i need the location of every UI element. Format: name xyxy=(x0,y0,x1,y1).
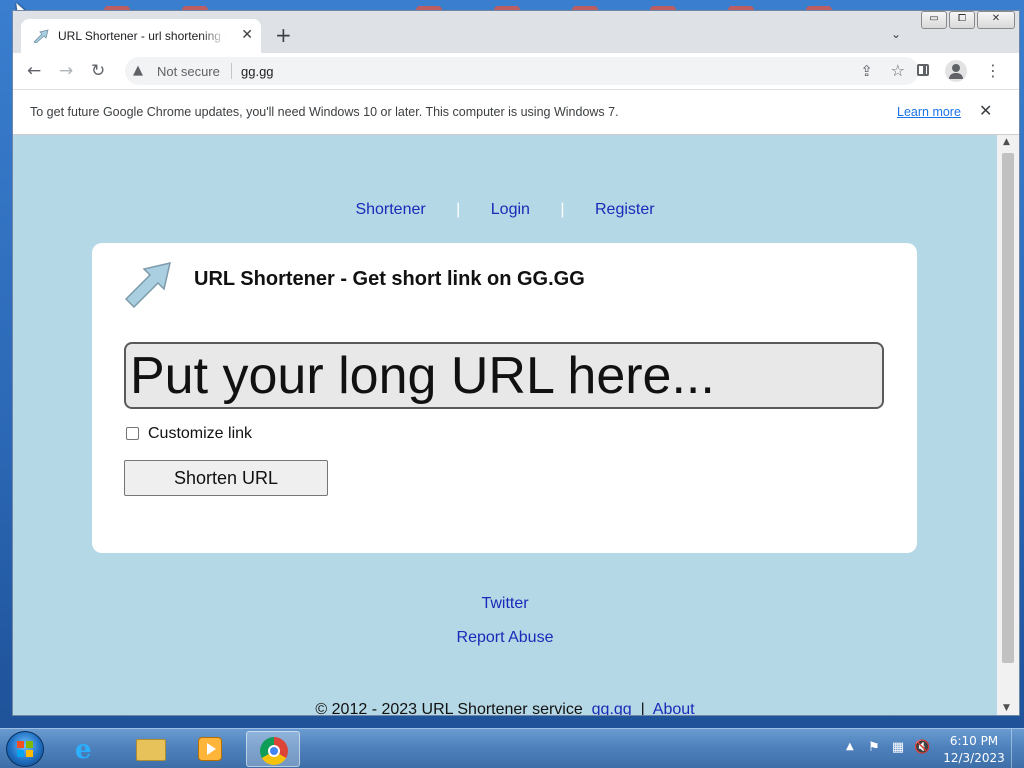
taskbar-google-chrome[interactable] xyxy=(246,731,300,767)
warning-icon[interactable]: ▲ xyxy=(133,63,143,78)
url-text[interactable]: gg.gg xyxy=(241,64,274,79)
nav-register[interactable]: Register xyxy=(595,201,655,219)
nav-separator: | xyxy=(456,201,461,218)
window-close-button[interactable]: ✕ xyxy=(977,11,1015,29)
reload-icon[interactable]: ↻ xyxy=(91,61,105,81)
learn-more-link[interactable]: Learn more xyxy=(897,105,961,119)
infobar-message: To get future Google Chrome updates, you… xyxy=(30,105,619,119)
chrome-window: URL Shortener - url shortening se ✕ + ⌄ … xyxy=(12,10,1020,716)
windows-logo-icon xyxy=(17,741,33,757)
shortener-card: URL Shortener - Get short link on GG.GG … xyxy=(92,243,917,553)
top-nav: Shortener | Login | Register xyxy=(13,201,997,219)
tray-expand-icon[interactable]: ▲ xyxy=(846,741,854,752)
page-footer: © 2012 - 2023 URL Shortener service gg.g… xyxy=(13,701,997,715)
infobar-close-icon[interactable]: ✕ xyxy=(979,101,992,120)
chrome-icon xyxy=(260,737,288,765)
arrow-logo-icon xyxy=(124,261,172,309)
card-title: URL Shortener - Get short link on GG.GG xyxy=(194,268,585,290)
network-icon[interactable]: ▦ xyxy=(890,740,906,756)
footer-copyright: © 2012 - 2023 URL Shortener service xyxy=(315,701,583,715)
clock-time[interactable]: 6:10 PM xyxy=(946,734,1002,748)
report-abuse-link[interactable]: Report Abuse xyxy=(457,629,554,646)
action-center-flag-icon[interactable]: ⚑ xyxy=(866,740,882,756)
forward-arrow-icon[interactable]: → xyxy=(59,61,73,81)
twitter-link-row: Twitter xyxy=(13,595,997,613)
tab-strip: URL Shortener - url shortening se ✕ + ⌄ … xyxy=(13,11,1019,53)
long-url-input[interactable] xyxy=(124,342,884,409)
internet-explorer-icon: e xyxy=(75,735,92,765)
tab-close-icon[interactable]: ✕ xyxy=(241,27,253,43)
start-button[interactable] xyxy=(6,731,44,767)
profile-icon[interactable] xyxy=(945,60,967,82)
security-chip[interactable]: Not secure xyxy=(157,64,220,79)
new-tab-button[interactable]: + xyxy=(275,25,292,45)
update-infobar: To get future Google Chrome updates, you… xyxy=(13,89,1019,135)
tab-url-shortener[interactable]: URL Shortener - url shortening se ✕ xyxy=(21,19,261,53)
footer-separator: | xyxy=(640,701,645,715)
customize-link-label[interactable]: Customize link xyxy=(148,425,252,443)
footer-about-link[interactable]: About xyxy=(653,701,695,715)
scroll-thumb[interactable] xyxy=(1002,153,1014,663)
browser-toolbar: ← → ↻ ▲ Not secure gg.gg ⇪ ☆ ⋮ xyxy=(13,53,1019,89)
scroll-up-icon[interactable]: ▲ xyxy=(1003,137,1010,147)
customize-link-checkbox[interactable] xyxy=(126,427,139,440)
back-arrow-icon[interactable]: ← xyxy=(27,61,41,81)
scroll-down-icon[interactable]: ▼ xyxy=(1003,703,1010,713)
show-desktop-button[interactable] xyxy=(1011,729,1024,768)
side-panel-icon[interactable] xyxy=(917,64,929,76)
window-controls: ▭ ⧠ ✕ xyxy=(921,11,1015,29)
tab-title: URL Shortener - url shortening se xyxy=(58,29,226,43)
report-abuse-row: Report Abuse xyxy=(13,629,997,647)
folder-icon xyxy=(136,739,166,761)
footer-ggg-link[interactable]: gg.gg xyxy=(592,701,632,715)
taskbar-internet-explorer[interactable]: e xyxy=(62,731,116,767)
media-player-icon xyxy=(198,737,222,761)
star-icon[interactable]: ☆ xyxy=(891,61,905,80)
omnibox[interactable]: ▲ Not secure gg.gg ⇪ ☆ xyxy=(125,57,919,85)
share-icon[interactable]: ⇪ xyxy=(860,62,873,80)
taskbar-file-explorer[interactable] xyxy=(124,731,178,767)
nav-login[interactable]: Login xyxy=(491,201,530,219)
minimize-button[interactable]: ▭ xyxy=(921,11,947,29)
page-viewport: Shortener | Login | Register URL Shorten… xyxy=(13,135,997,715)
taskbar-media-player[interactable] xyxy=(184,731,238,767)
nav-separator: | xyxy=(560,201,565,218)
tab-search-chevron-icon[interactable]: ⌄ xyxy=(891,27,901,41)
clock-date[interactable]: 12/3/2023 xyxy=(942,751,1006,765)
taskbar: e ▲ ⚑ ▦ 🔇 6:10 PM 12/3/2023 xyxy=(0,728,1024,768)
shorten-url-button[interactable]: Shorten URL xyxy=(124,460,328,496)
volume-muted-icon[interactable]: 🔇 xyxy=(914,740,930,756)
twitter-link[interactable]: Twitter xyxy=(481,595,528,612)
nav-shortener[interactable]: Shortener xyxy=(355,201,425,219)
vertical-scrollbar[interactable]: ▲ ▼ xyxy=(997,135,1019,715)
menu-icon[interactable]: ⋮ xyxy=(985,61,1001,80)
omnibox-divider xyxy=(231,63,232,79)
maximize-button[interactable]: ⧠ xyxy=(949,11,975,29)
arrow-favicon-icon xyxy=(33,29,49,43)
